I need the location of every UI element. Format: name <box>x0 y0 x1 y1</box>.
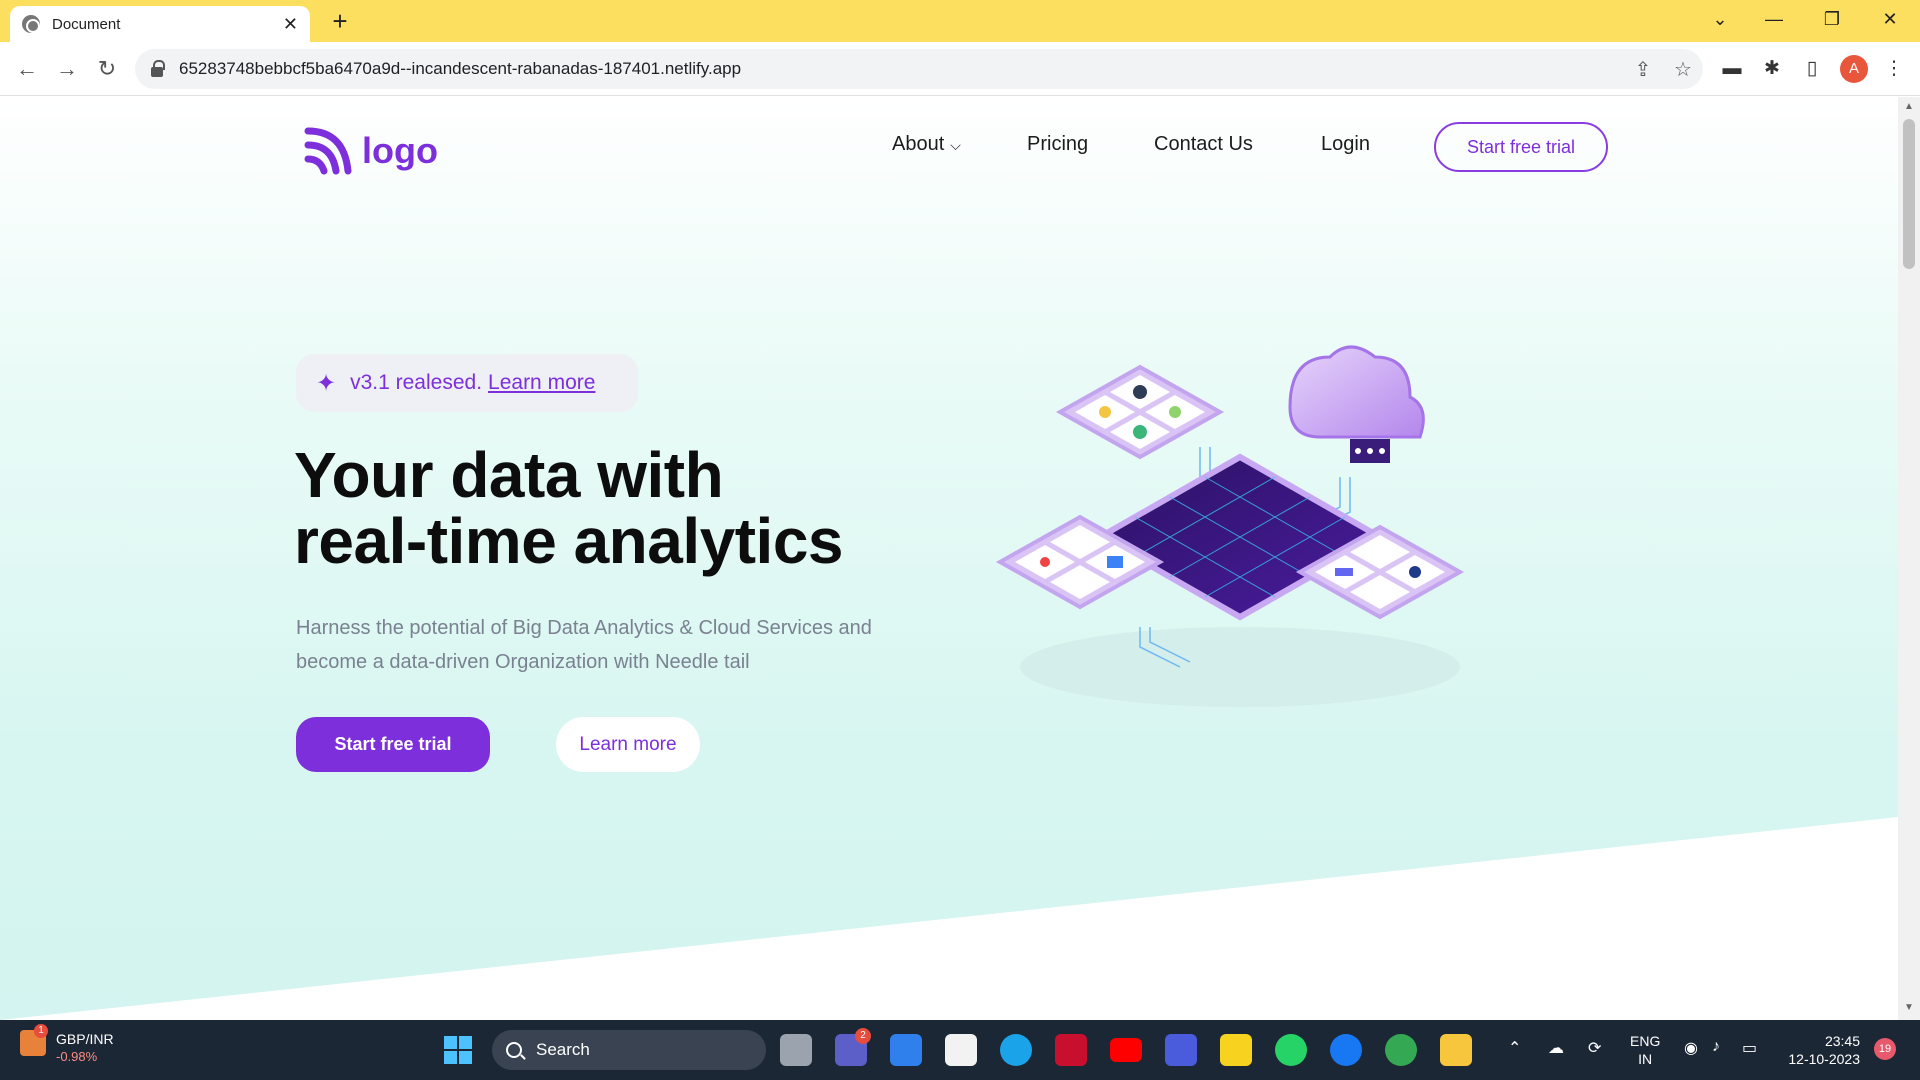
browser-toolbar: ← → ↻ 65283748bebbcf5ba6470a9d--incandes… <box>0 42 1920 96</box>
browser-tab-strip: Document ✕ + ⌄ — ❐ ✕ <box>0 0 1920 42</box>
youtube-icon[interactable] <box>1110 1038 1142 1062</box>
taskbar-search-label: Search <box>536 1040 590 1059</box>
minimize-button[interactable]: — <box>1746 0 1802 38</box>
nav-about-label: About <box>892 133 945 155</box>
browser-tab[interactable]: Document ✕ <box>10 6 310 42</box>
url-text[interactable]: 65283748bebbcf5ba6470a9d--incandescent-r… <box>179 59 1623 79</box>
scroll-up-icon[interactable]: ▲ <box>1904 101 1914 112</box>
taskbar: 1 GBP/INR -0.98% Search 2 ⌃ ☁ ⟳ ENG IN ◉… <box>0 1020 1920 1080</box>
learn-more-button[interactable]: Learn more <box>556 717 700 772</box>
site-logo[interactable]: logo <box>304 127 438 175</box>
profile-avatar[interactable]: A <box>1840 55 1868 83</box>
whatsapp-icon[interactable] <box>1275 1034 1307 1066</box>
release-badge: ✦ v3.1 realesed. Learn more <box>296 354 638 412</box>
task-view-icon[interactable] <box>780 1034 812 1066</box>
sparkle-icon: ✦ <box>316 369 337 397</box>
nav-start-trial-button[interactable]: Start free trial <box>1434 122 1608 172</box>
taskbar-search[interactable]: Search <box>492 1030 766 1070</box>
back-icon[interactable]: ← <box>10 52 44 86</box>
notification-badge[interactable]: 19 <box>1874 1038 1896 1060</box>
wifi-icon[interactable]: ◉ <box>1684 1038 1698 1058</box>
nav-login[interactable]: Login <box>1321 133 1370 156</box>
scrollbar-thumb[interactable] <box>1903 119 1915 269</box>
flipkart-icon[interactable] <box>1220 1034 1252 1066</box>
cast-icon[interactable]: ▬ <box>1718 55 1746 83</box>
logo-text: logo <box>362 130 438 171</box>
share-icon[interactable]: ⇪ <box>1623 57 1663 82</box>
start-trial-button[interactable]: Start free trial <box>296 717 490 772</box>
reload-icon[interactable]: ↻ <box>90 52 124 86</box>
globe-icon <box>22 15 40 33</box>
white-wedge-decoration <box>0 817 1898 1020</box>
windows-start-icon[interactable] <box>444 1036 472 1064</box>
app-icon[interactable] <box>1165 1034 1197 1066</box>
chrome-icon[interactable] <box>1385 1034 1417 1066</box>
headline-line-2: real-time analytics <box>294 505 844 577</box>
onedrive-icon[interactable]: ☁ <box>1548 1038 1564 1058</box>
restore-button[interactable]: ❐ <box>1804 0 1860 38</box>
stock-widget[interactable]: 1 GBP/INR -0.98% <box>20 1024 114 1066</box>
hero-illustration <box>995 345 1465 707</box>
release-text: v3.1 realesed. <box>350 371 483 394</box>
mcafee-icon[interactable] <box>1055 1034 1087 1066</box>
headline-line-1: Your data with <box>294 439 724 511</box>
ticker-pair: GBP/INR <box>56 1031 114 1047</box>
tray-overflow-icon[interactable]: ⌃ <box>1508 1038 1521 1058</box>
page-viewport: logo About ⌵ Pricing Contact Us Login Sta… <box>0 97 1898 1020</box>
hero-subtitle: Harness the potential of Big Data Analyt… <box>296 617 872 673</box>
store-icon[interactable] <box>945 1034 977 1066</box>
file-explorer-icon[interactable] <box>1440 1034 1472 1066</box>
new-tab-button[interactable]: + <box>324 6 356 38</box>
vscode-icon[interactable] <box>890 1034 922 1066</box>
stock-trend-icon: 1 <box>20 1024 48 1056</box>
forward-icon[interactable]: → <box>50 52 84 86</box>
nav-about[interactable]: About ⌵ <box>892 133 961 156</box>
chat-icon[interactable]: 2 <box>835 1028 871 1066</box>
close-window-button[interactable]: ✕ <box>1862 0 1918 38</box>
clock[interactable]: 23:45 12-10-2023 <box>1780 1032 1860 1068</box>
logo-mark-icon <box>304 127 352 175</box>
tab-search-icon[interactable]: ⌄ <box>1692 0 1748 38</box>
scroll-down-icon[interactable]: ▼ <box>1904 1002 1914 1013</box>
side-panel-icon[interactable]: ▯ <box>1798 55 1826 83</box>
address-bar[interactable]: 65283748bebbcf5ba6470a9d--incandescent-r… <box>135 49 1703 89</box>
release-learn-more-link[interactable]: Learn more <box>488 371 595 395</box>
bookmark-star-icon[interactable]: ☆ <box>1663 57 1703 82</box>
help-icon[interactable] <box>1000 1034 1032 1066</box>
battery-icon[interactable]: ▭ <box>1742 1038 1757 1058</box>
tab-close-icon[interactable]: ✕ <box>283 14 298 35</box>
nav-contact[interactable]: Contact Us <box>1154 133 1253 156</box>
tab-title: Document <box>52 15 121 33</box>
lock-icon[interactable] <box>151 59 165 77</box>
menu-kebab-icon[interactable]: ⋮ <box>1880 55 1908 83</box>
nav-pricing[interactable]: Pricing <box>1027 133 1088 156</box>
ticker-change: -0.98% <box>56 1049 98 1064</box>
chat-badge: 2 <box>855 1028 871 1044</box>
search-icon <box>506 1042 522 1058</box>
sync-icon[interactable]: ⟳ <box>1588 1038 1601 1058</box>
extensions-icon[interactable]: ✱ <box>1758 55 1786 83</box>
chevron-down-icon: ⌵ <box>950 137 961 153</box>
language-indicator[interactable]: ENG IN <box>1630 1032 1660 1068</box>
facebook-icon[interactable] <box>1330 1034 1362 1066</box>
hero-headline: Your data with real-time analytics <box>294 439 844 577</box>
page-scrollbar[interactable]: ▲ ▼ <box>1898 97 1920 1020</box>
volume-icon[interactable]: ♪ <box>1712 1038 1720 1056</box>
